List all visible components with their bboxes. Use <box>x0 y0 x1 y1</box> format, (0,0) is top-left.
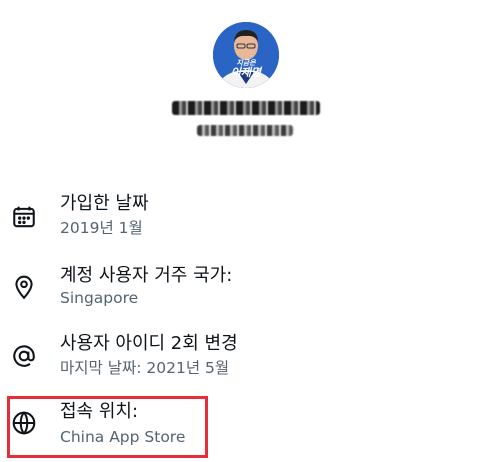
username-changes-value: 마지막 날짜: 2021년 5월 <box>60 359 230 377</box>
avatar-badge-line2: 이재명 <box>231 66 263 79</box>
join-date-value: 2019년 1월 <box>60 219 143 237</box>
location-pin-icon <box>11 274 37 300</box>
join-date-label: 가입한 날짜 <box>60 193 149 214</box>
username-changes-label: 사용자 아이디 2회 변경 <box>60 333 238 354</box>
country-value: Singapore <box>60 289 139 307</box>
profile-header: 지금은 이재명 <box>0 0 500 150</box>
at-sign-icon <box>11 343 37 369</box>
username-redacted <box>197 125 293 136</box>
country-label: 계정 사용자 거주 국가: <box>60 265 233 286</box>
avatar-image: 지금은 이재명 <box>213 22 279 88</box>
avatar[interactable]: 지금은 이재명 <box>213 22 279 88</box>
highlight-annotation-box <box>7 396 208 458</box>
display-name-redacted <box>172 101 320 115</box>
calendar-icon <box>11 204 37 230</box>
